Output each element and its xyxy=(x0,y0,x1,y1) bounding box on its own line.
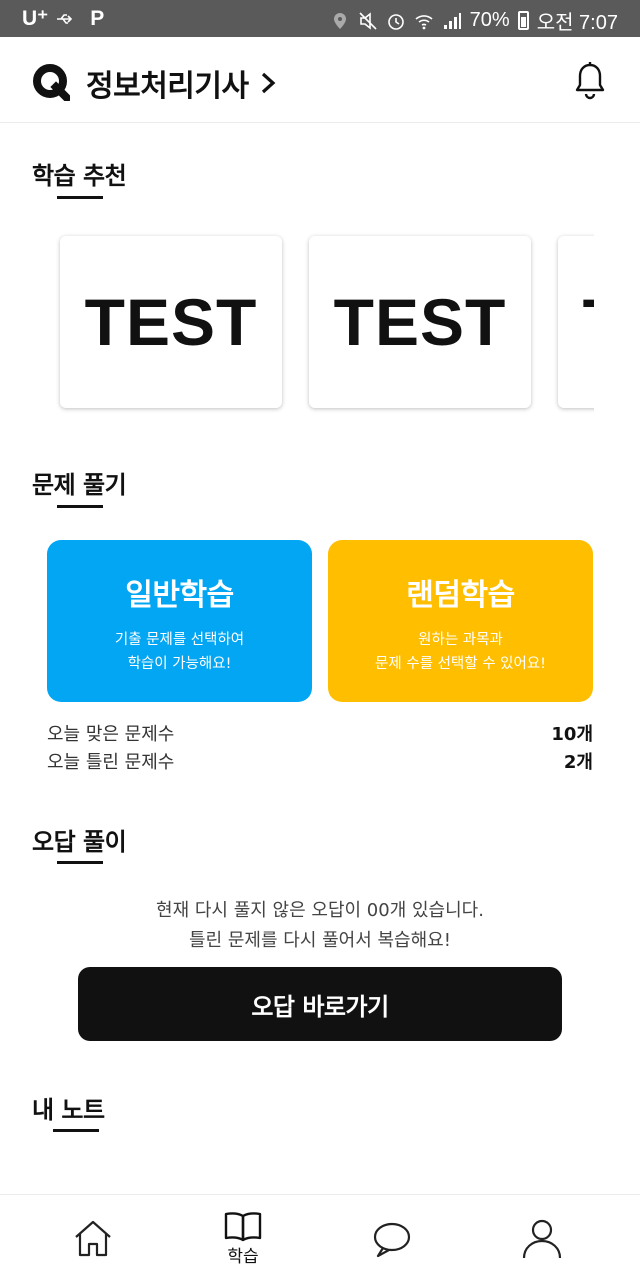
chat-bubble-icon xyxy=(373,1222,411,1258)
home-icon xyxy=(75,1220,111,1257)
section-underline xyxy=(57,196,103,199)
nav-chat[interactable] xyxy=(312,1195,472,1281)
nav-home[interactable] xyxy=(13,1195,173,1281)
wifi-icon xyxy=(415,14,433,29)
general-study-title: 일반학습 xyxy=(125,578,234,613)
app-badge-label: P xyxy=(90,6,105,30)
book-icon xyxy=(224,1212,262,1242)
stat-label: 오늘 맞은 문제수 xyxy=(47,724,175,745)
logo-q-icon[interactable] xyxy=(32,63,70,101)
go-to-wrong-answers-button[interactable]: 오답 바로가기 xyxy=(78,967,562,1041)
nav-study-label: 학습 xyxy=(227,1247,259,1267)
section-title-notes: 내 노트 xyxy=(32,1096,105,1124)
random-study-title: 랜덤학습 xyxy=(406,578,515,613)
wrong-message-line: 현재 다시 풀지 않은 오답이 00개 있습니다. xyxy=(156,900,484,921)
stat-value: 10개 xyxy=(551,724,593,745)
section-title-solve: 문제 풀기 xyxy=(32,471,127,499)
bell-icon[interactable] xyxy=(574,61,606,101)
signal-icon xyxy=(443,12,461,29)
user-icon xyxy=(522,1219,562,1259)
page-title: 정보처리기사 xyxy=(86,69,249,104)
nav-profile[interactable] xyxy=(462,1195,622,1281)
stat-wrong-row: 오늘 틀린 문제수 2개 xyxy=(47,748,593,776)
battery-icon xyxy=(517,11,529,30)
recommend-carousel[interactable]: TEST TEST TEST xyxy=(56,232,594,416)
certificate-selector[interactable]: 정보처리기사 xyxy=(86,61,277,105)
desc-line: 학습이 가능해요! xyxy=(127,656,232,672)
section-underline xyxy=(57,861,103,864)
alarm-icon xyxy=(387,13,404,30)
random-study-desc: 원하는 과목과 문제 수를 선택할 수 있어요! xyxy=(328,628,593,676)
stat-label: 오늘 틀린 문제수 xyxy=(47,752,175,773)
section-underline xyxy=(57,505,103,508)
desc-line: 문제 수를 선택할 수 있어요! xyxy=(375,656,546,672)
usb-icon xyxy=(57,13,73,24)
battery-percent: 70% xyxy=(469,9,510,31)
random-study-card[interactable]: 랜덤학습 원하는 과목과 문제 수를 선택할 수 있어요! xyxy=(328,540,593,702)
app-header: 정보처리기사 xyxy=(0,37,640,123)
status-bar: U⁺ P 70% 오전 7:07 xyxy=(0,0,640,37)
desc-line: 기출 문제를 선택하여 xyxy=(114,632,245,648)
bottom-navigation: 학습 xyxy=(0,1194,640,1280)
wrong-message-line: 틀린 문제를 다시 풀어서 복습해요! xyxy=(189,930,451,951)
chevron-right-icon xyxy=(261,72,276,94)
mute-icon xyxy=(359,11,377,30)
stat-correct-row: 오늘 맞은 문제수 10개 xyxy=(47,720,593,748)
general-study-card[interactable]: 일반학습 기출 문제를 선택하여 학습이 가능해요! xyxy=(47,540,312,702)
recommend-card[interactable]: TEST xyxy=(558,236,594,408)
recommend-card-label: TEST xyxy=(84,285,258,359)
recommend-card-label: TEST xyxy=(333,285,507,359)
recommend-card-label: TEST xyxy=(583,284,594,360)
stat-value: 2개 xyxy=(563,752,593,773)
recommend-card[interactable]: TEST xyxy=(60,236,282,408)
location-icon xyxy=(333,12,346,29)
recommend-card[interactable]: TEST xyxy=(309,236,531,408)
section-underline xyxy=(53,1129,99,1132)
wrong-answer-message: 현재 다시 풀지 않은 오답이 00개 있습니다. 틀린 문제를 다시 풀어서 … xyxy=(0,896,640,956)
general-study-desc: 기출 문제를 선택하여 학습이 가능해요! xyxy=(47,628,312,676)
desc-line: 원하는 과목과 xyxy=(418,632,503,648)
section-title-recommend: 학습 추천 xyxy=(32,162,127,190)
section-title-wrong: 오답 풀이 xyxy=(32,828,127,856)
nav-study[interactable]: 학습 xyxy=(163,1195,323,1281)
carrier-label: U⁺ xyxy=(22,7,49,30)
clock: 오전 7:07 xyxy=(536,12,618,34)
